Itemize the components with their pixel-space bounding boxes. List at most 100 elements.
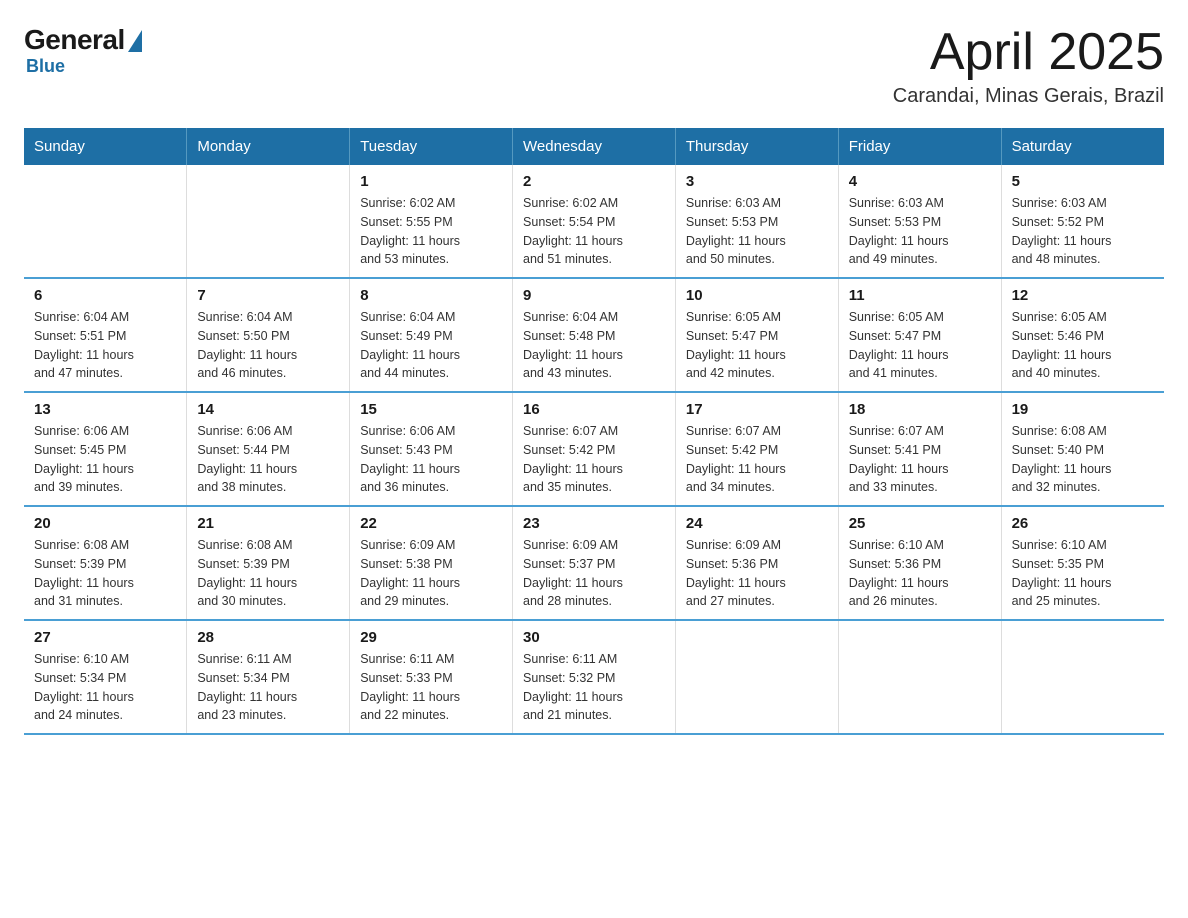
calendar-week-row: 20 Sunrise: 6:08 AM Sunset: 5:39 PM Dayli… — [24, 506, 1164, 620]
calendar-cell: 12 Sunrise: 6:05 AM Sunset: 5:46 PM Dayli… — [1001, 278, 1164, 392]
day-number: 16 — [523, 401, 665, 418]
calendar-cell: 10Sunrise: 6:05 AM Sunset: 5:47 PM Dayli… — [675, 278, 838, 392]
logo-triangle-icon — [128, 30, 142, 52]
calendar-cell: 8 Sunrise: 6:04 AM Sunset: 5:49 PM Daylig… — [350, 278, 513, 392]
calendar-cell: 1 Sunrise: 6:02 AM Sunset: 5:55 PM Daylig… — [350, 165, 513, 278]
calendar-cell — [838, 620, 1001, 734]
day-info: Sunrise: 6:03 AM Sunset: 5:53 PM Dayligh… — [849, 194, 991, 269]
logo: General Blue — [24, 24, 142, 77]
logo-general-text: General — [24, 24, 125, 56]
calendar-cell: 15Sunrise: 6:06 AM Sunset: 5:43 PM Dayli… — [350, 392, 513, 506]
calendar-cell: 5 Sunrise: 6:03 AM Sunset: 5:52 PM Daylig… — [1001, 165, 1164, 278]
calendar-cell: 17Sunrise: 6:07 AM Sunset: 5:42 PM Dayli… — [675, 392, 838, 506]
day-number: 24 — [686, 515, 828, 532]
day-info: Sunrise: 6:09 AM Sunset: 5:37 PM Dayligh… — [523, 536, 665, 611]
calendar-header-tuesday: Tuesday — [350, 128, 513, 165]
day-info: Sunrise: 6:10 AM Sunset: 5:36 PM Dayligh… — [849, 536, 991, 611]
calendar-cell — [1001, 620, 1164, 734]
day-info: Sunrise: 6:07 AM Sunset: 5:41 PM Dayligh… — [849, 422, 991, 497]
day-number: 18 — [849, 401, 991, 418]
calendar-cell: 25 Sunrise: 6:10 AM Sunset: 5:36 PM Dayli… — [838, 506, 1001, 620]
day-number: 4 — [849, 173, 991, 190]
calendar-week-row: 1 Sunrise: 6:02 AM Sunset: 5:55 PM Daylig… — [24, 165, 1164, 278]
calendar-cell: 26Sunrise: 6:10 AM Sunset: 5:35 PM Dayli… — [1001, 506, 1164, 620]
calendar-cell — [24, 165, 187, 278]
calendar-cell: 18 Sunrise: 6:07 AM Sunset: 5:41 PM Dayli… — [838, 392, 1001, 506]
calendar-cell: 13Sunrise: 6:06 AM Sunset: 5:45 PM Dayli… — [24, 392, 187, 506]
day-number: 23 — [523, 515, 665, 532]
day-info: Sunrise: 6:02 AM Sunset: 5:54 PM Dayligh… — [523, 194, 665, 269]
day-number: 14 — [197, 401, 339, 418]
day-info: Sunrise: 6:03 AM Sunset: 5:52 PM Dayligh… — [1012, 194, 1154, 269]
day-number: 25 — [849, 515, 991, 532]
day-number: 29 — [360, 629, 502, 646]
logo-blue-text: Blue — [26, 56, 65, 77]
calendar-cell: 16 Sunrise: 6:07 AM Sunset: 5:42 PM Dayli… — [513, 392, 676, 506]
day-info: Sunrise: 6:04 AM Sunset: 5:48 PM Dayligh… — [523, 308, 665, 383]
day-number: 21 — [197, 515, 339, 532]
day-number: 8 — [360, 287, 502, 304]
day-info: Sunrise: 6:07 AM Sunset: 5:42 PM Dayligh… — [523, 422, 665, 497]
day-info: Sunrise: 6:09 AM Sunset: 5:36 PM Dayligh… — [686, 536, 828, 611]
calendar-cell: 28 Sunrise: 6:11 AM Sunset: 5:34 PM Dayli… — [187, 620, 350, 734]
day-number: 5 — [1012, 173, 1154, 190]
calendar-header-monday: Monday — [187, 128, 350, 165]
calendar-cell: 14 Sunrise: 6:06 AM Sunset: 5:44 PM Dayli… — [187, 392, 350, 506]
day-info: Sunrise: 6:09 AM Sunset: 5:38 PM Dayligh… — [360, 536, 502, 611]
calendar-cell: 23 Sunrise: 6:09 AM Sunset: 5:37 PM Dayli… — [513, 506, 676, 620]
calendar-cell: 29 Sunrise: 6:11 AM Sunset: 5:33 PM Dayli… — [350, 620, 513, 734]
day-info: Sunrise: 6:08 AM Sunset: 5:39 PM Dayligh… — [34, 536, 176, 611]
day-number: 3 — [686, 173, 828, 190]
day-number: 22 — [360, 515, 502, 532]
calendar-cell: 3 Sunrise: 6:03 AM Sunset: 5:53 PM Daylig… — [675, 165, 838, 278]
calendar-cell: 20 Sunrise: 6:08 AM Sunset: 5:39 PM Dayli… — [24, 506, 187, 620]
day-number: 15 — [360, 401, 502, 418]
day-info: Sunrise: 6:10 AM Sunset: 5:34 PM Dayligh… — [34, 650, 176, 725]
day-info: Sunrise: 6:08 AM Sunset: 5:40 PM Dayligh… — [1012, 422, 1154, 497]
day-info: Sunrise: 6:02 AM Sunset: 5:55 PM Dayligh… — [360, 194, 502, 269]
day-info: Sunrise: 6:11 AM Sunset: 5:34 PM Dayligh… — [197, 650, 339, 725]
location-subtitle: Carandai, Minas Gerais, Brazil — [893, 85, 1164, 108]
day-info: Sunrise: 6:03 AM Sunset: 5:53 PM Dayligh… — [686, 194, 828, 269]
day-info: Sunrise: 6:05 AM Sunset: 5:46 PM Dayligh… — [1012, 308, 1154, 383]
day-number: 28 — [197, 629, 339, 646]
calendar-cell: 11Sunrise: 6:05 AM Sunset: 5:47 PM Dayli… — [838, 278, 1001, 392]
calendar-header-saturday: Saturday — [1001, 128, 1164, 165]
day-info: Sunrise: 6:11 AM Sunset: 5:32 PM Dayligh… — [523, 650, 665, 725]
calendar-header-wednesday: Wednesday — [513, 128, 676, 165]
calendar-table: SundayMondayTuesdayWednesdayThursdayFrid… — [24, 128, 1164, 735]
day-number: 2 — [523, 173, 665, 190]
day-info: Sunrise: 6:07 AM Sunset: 5:42 PM Dayligh… — [686, 422, 828, 497]
day-number: 12 — [1012, 287, 1154, 304]
day-info: Sunrise: 6:05 AM Sunset: 5:47 PM Dayligh… — [849, 308, 991, 383]
calendar-header-row: SundayMondayTuesdayWednesdayThursdayFrid… — [24, 128, 1164, 165]
calendar-cell: 6 Sunrise: 6:04 AM Sunset: 5:51 PM Daylig… — [24, 278, 187, 392]
calendar-week-row: 13Sunrise: 6:06 AM Sunset: 5:45 PM Dayli… — [24, 392, 1164, 506]
day-number: 7 — [197, 287, 339, 304]
day-number: 6 — [34, 287, 176, 304]
calendar-cell: 9Sunrise: 6:04 AM Sunset: 5:48 PM Daylig… — [513, 278, 676, 392]
calendar-header-thursday: Thursday — [675, 128, 838, 165]
day-number: 20 — [34, 515, 176, 532]
day-number: 13 — [34, 401, 176, 418]
day-number: 19 — [1012, 401, 1154, 418]
calendar-header-sunday: Sunday — [24, 128, 187, 165]
calendar-cell: 30 Sunrise: 6:11 AM Sunset: 5:32 PM Dayli… — [513, 620, 676, 734]
day-number: 30 — [523, 629, 665, 646]
day-info: Sunrise: 6:04 AM Sunset: 5:51 PM Dayligh… — [34, 308, 176, 383]
calendar-week-row: 6 Sunrise: 6:04 AM Sunset: 5:51 PM Daylig… — [24, 278, 1164, 392]
calendar-cell: 4 Sunrise: 6:03 AM Sunset: 5:53 PM Daylig… — [838, 165, 1001, 278]
calendar-cell: 2 Sunrise: 6:02 AM Sunset: 5:54 PM Daylig… — [513, 165, 676, 278]
title-area: April 2025 Carandai, Minas Gerais, Brazi… — [893, 24, 1164, 108]
calendar-cell: 21Sunrise: 6:08 AM Sunset: 5:39 PM Dayli… — [187, 506, 350, 620]
calendar-week-row: 27 Sunrise: 6:10 AM Sunset: 5:34 PM Dayli… — [24, 620, 1164, 734]
calendar-cell: 7Sunrise: 6:04 AM Sunset: 5:50 PM Daylig… — [187, 278, 350, 392]
day-info: Sunrise: 6:05 AM Sunset: 5:47 PM Dayligh… — [686, 308, 828, 383]
day-number: 27 — [34, 629, 176, 646]
day-info: Sunrise: 6:04 AM Sunset: 5:49 PM Dayligh… — [360, 308, 502, 383]
day-number: 1 — [360, 173, 502, 190]
calendar-cell — [675, 620, 838, 734]
calendar-cell: 22 Sunrise: 6:09 AM Sunset: 5:38 PM Dayli… — [350, 506, 513, 620]
day-info: Sunrise: 6:06 AM Sunset: 5:44 PM Dayligh… — [197, 422, 339, 497]
day-info: Sunrise: 6:11 AM Sunset: 5:33 PM Dayligh… — [360, 650, 502, 725]
